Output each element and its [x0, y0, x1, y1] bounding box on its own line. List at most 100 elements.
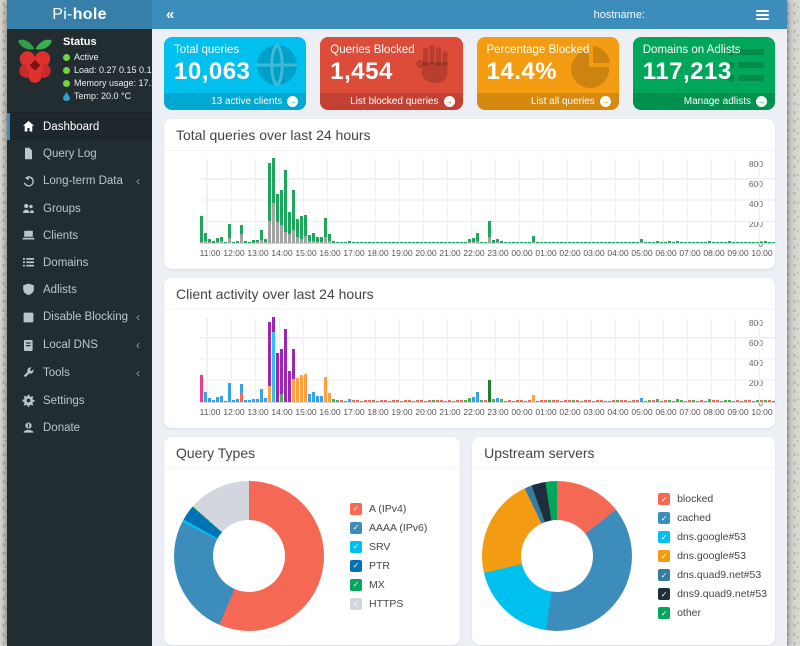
sidebar-item-dashboard[interactable]: Dashboard	[7, 113, 152, 140]
x-axis-tick: 11:00	[200, 248, 221, 258]
wrench-icon	[22, 367, 35, 380]
sidebar-item-donate[interactable]: Donate	[7, 414, 152, 441]
sidebar-item-label: Disable Blocking	[43, 311, 128, 323]
sidebar-item-settings[interactable]: Settings	[7, 387, 152, 414]
legend-item-dns-google-53[interactable]: ✓dns.google#53	[658, 550, 767, 562]
x-axis-tick: 12:00	[223, 248, 244, 258]
legend-checkbox-icon: ✓	[350, 503, 362, 515]
stop-icon	[22, 311, 35, 324]
x-axis-tick: 17:00	[343, 407, 364, 417]
legend-item-other[interactable]: ✓other	[658, 607, 767, 619]
client-activity-chart: 020040060080011:0012:0013:0014:0015:0016…	[174, 318, 765, 422]
status-line: Memory usage: 17.1 %	[63, 77, 167, 90]
hostname-label: hostname:	[594, 9, 645, 21]
x-axis-tick: 20:00	[415, 407, 436, 417]
shield-icon	[22, 283, 35, 296]
x-axis-tick: 06:00	[655, 407, 676, 417]
legend-label: dns9.quad9.net#53	[677, 588, 767, 600]
sidebar-item-local-dns[interactable]: Local DNS‹	[7, 331, 152, 359]
sidebar-item-label: Clients	[43, 230, 142, 242]
legend-item-blocked[interactable]: ✓blocked	[658, 493, 767, 505]
legend-item-mx[interactable]: ✓MX	[350, 579, 427, 591]
sidebar-item-label: Adlists	[43, 284, 142, 296]
x-axis-tick: 09:00	[727, 248, 748, 258]
desktop-background: Pi-hole « hostname:	[0, 0, 800, 646]
x-axis-tick: 04:00	[607, 407, 628, 417]
x-axis-tick: 12:00	[223, 407, 244, 417]
card-total-queries: Total queries10,06313 active clients→	[164, 37, 306, 110]
sidebar-item-clients[interactable]: Clients	[7, 222, 152, 249]
legend-item-ptr[interactable]: ✓PTR	[350, 560, 427, 572]
query-types-donut	[174, 481, 324, 631]
main-content: Total queries10,06313 active clients→Que…	[152, 29, 787, 646]
hamburger-menu-icon[interactable]	[745, 0, 779, 29]
card-domains-on-adlists: Domains on Adlists117,213Manage adlists→	[633, 37, 775, 110]
arrow-circle-right-icon: →	[444, 96, 455, 107]
chevron-left-icon: ‹	[136, 174, 142, 188]
card-footer-link-list-blocked-queries[interactable]: List blocked queries →	[320, 93, 462, 110]
sidebar-item-disable-blocking[interactable]: Disable Blocking‹	[7, 303, 152, 331]
sidebar-item-label: Tools	[43, 367, 128, 379]
legend-checkbox-icon: ✓	[658, 550, 670, 562]
legend-label: other	[677, 607, 701, 619]
donate-icon	[22, 421, 35, 434]
file-icon	[22, 147, 35, 160]
x-axis-tick: 15:00	[295, 407, 316, 417]
legend-checkbox-icon: ✓	[350, 541, 362, 553]
navbar: « hostname:	[152, 0, 787, 29]
x-axis-tick: 23:00	[487, 407, 508, 417]
sidebar-collapse-button[interactable]: «	[152, 6, 188, 23]
card-footer-link-list-all-queries[interactable]: List all queries→	[477, 93, 619, 110]
chevron-left-icon: ‹	[136, 338, 142, 352]
upstream-servers-legend: ✓blocked ✓cached ✓dns.google#53 ✓dns.google…	[658, 493, 767, 619]
legend-item-dns-quad9-net-53[interactable]: ✓dns.quad9.net#53	[658, 569, 767, 581]
x-axis-tick: 07:00	[679, 407, 700, 417]
legend-item-https[interactable]: ✓HTTPS	[350, 598, 427, 610]
card-footer-label: List all queries	[531, 96, 595, 107]
card-footer-link-13-active-clients[interactable]: 13 active clients→	[164, 93, 306, 110]
sidebar-item-label: Query Log	[43, 148, 142, 160]
card-footer-label: List blocked queries	[350, 96, 438, 107]
x-axis-tick: 08:00	[703, 407, 724, 417]
card-title: Total queries	[174, 44, 296, 56]
legend-item-srv[interactable]: ✓SRV	[350, 541, 427, 553]
legend-item-aaaa-ipv6[interactable]: ✓AAAA (IPv6)	[350, 522, 427, 534]
x-axis-tick: 02:00	[559, 248, 580, 258]
legend-label: A (IPv4)	[369, 503, 406, 515]
x-axis-tick: 14:00	[271, 248, 292, 258]
legend-item-dns-google-53[interactable]: ✓dns.google#53	[658, 531, 767, 543]
legend-checkbox-icon: ✓	[350, 579, 362, 591]
status-green-dot-icon	[63, 54, 70, 61]
x-axis-tick: 14:00	[271, 407, 292, 417]
sidebar-item-adlists[interactable]: Adlists	[7, 276, 152, 303]
sidebar-item-label: Long-term Data	[43, 175, 128, 187]
sidebar-item-groups[interactable]: Groups	[7, 195, 152, 222]
summary-cards: Total queries10,06313 active clients→Que…	[164, 37, 775, 110]
card-footer-link-manage-adlists[interactable]: Manage adlists→	[633, 93, 775, 110]
status-title: Status	[63, 36, 167, 49]
sidebar-item-tools[interactable]: Tools‹	[7, 359, 152, 387]
card-queries-blocked: Queries Blocked1,454List blocked queries…	[320, 37, 462, 110]
laptop-icon	[22, 229, 35, 242]
legend-label: AAAA (IPv6)	[369, 522, 427, 534]
legend-checkbox-icon: ✓	[658, 493, 670, 505]
sidebar-item-domains[interactable]: Domains	[7, 249, 152, 276]
legend-item-a-ipv4[interactable]: ✓ A (IPv4)	[350, 503, 427, 515]
client-activity-plot-area	[200, 318, 777, 403]
logo-text-light: Pi-	[52, 6, 72, 24]
legend-item-cached[interactable]: ✓cached	[658, 512, 767, 524]
legend-checkbox-icon: ✓	[658, 512, 670, 524]
x-axis-tick: 16:00	[319, 248, 340, 258]
client-activity-chart-title: Client activity over last 24 hours	[164, 278, 775, 310]
pihole-window: Pi-hole « hostname:	[7, 0, 787, 646]
sidebar-item-query-log[interactable]: Query Log	[7, 140, 152, 167]
sidebar-item-long-term-data[interactable]: Long-term Data ‹	[7, 167, 152, 195]
legend-checkbox-icon: ✓	[658, 531, 670, 543]
arrow-circle-right-icon: →	[756, 96, 767, 107]
card-value: 117,213	[643, 58, 765, 86]
x-axis-tick: 05:00	[631, 407, 652, 417]
sidebar-item-label: Dashboard	[43, 121, 142, 133]
legend-item-dns9-quad9-net-53[interactable]: ✓dns9.quad9.net#53	[658, 588, 767, 600]
query-types-box: Query Types ✓A (IPv4)✓AAAA (IPv6)✓SRV✓PT…	[164, 437, 460, 645]
sidebar-item-label: Donate	[43, 422, 142, 434]
